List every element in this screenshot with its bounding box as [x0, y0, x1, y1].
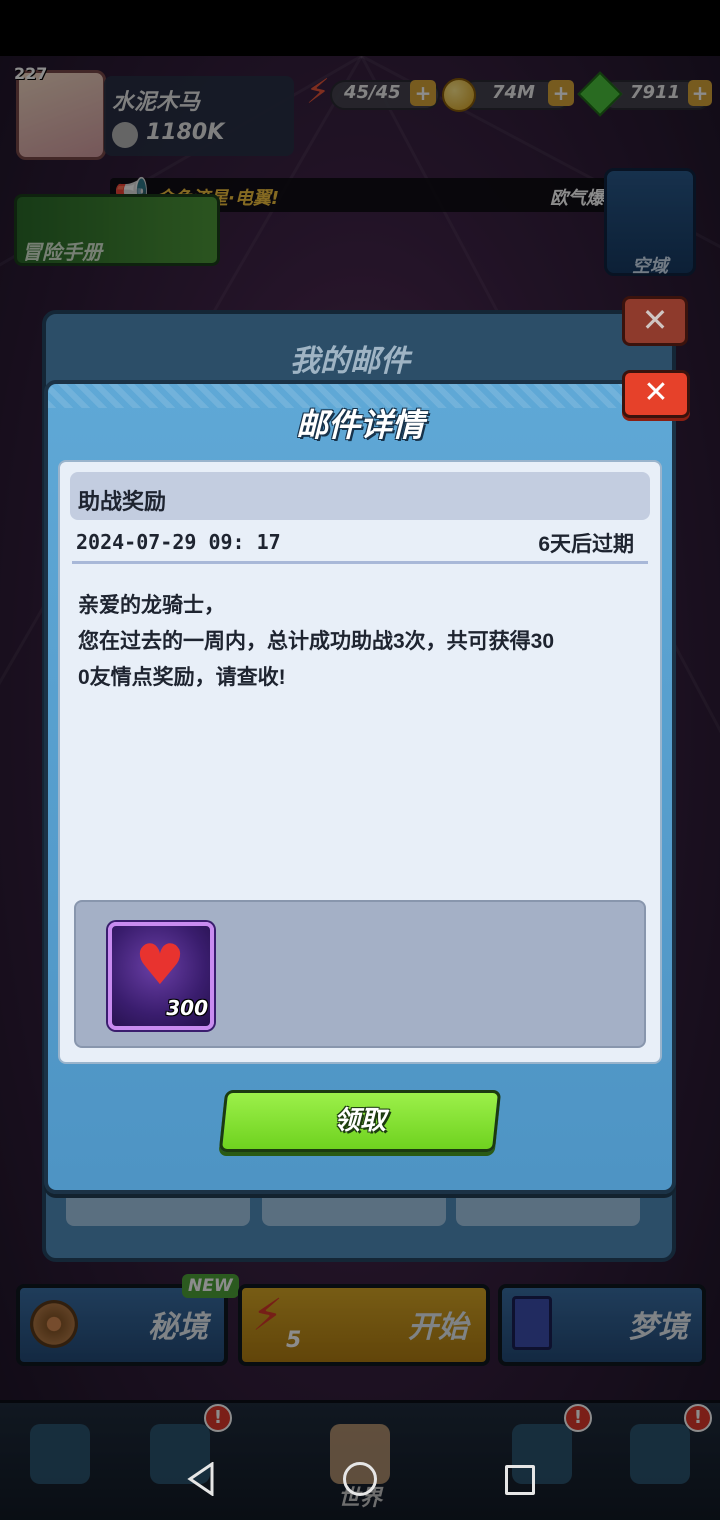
mail-expiry: 6天后过期: [538, 533, 634, 556]
mail-body-line: 亲爱的龙骑士，: [78, 594, 225, 617]
claim-button-label: 领取: [333, 1106, 386, 1136]
reward-quantity: 300: [166, 996, 208, 1020]
mail-tab[interactable]: [262, 1192, 446, 1226]
mail-window-close-button[interactable]: ✕: [622, 296, 688, 346]
system-back-icon[interactable]: [186, 1462, 216, 1496]
divider: [72, 561, 648, 564]
mail-window-title: 我的邮件: [290, 344, 410, 379]
mail-body-line: 您在过去的一周内，总计成功助战3次，共可获得30: [78, 630, 555, 653]
system-recents-icon[interactable]: [505, 1465, 535, 1495]
mail-body-line: 0友情点奖励，请查收!: [78, 666, 286, 689]
heart-icon: ♥: [134, 933, 186, 998]
mail-tab[interactable]: [66, 1192, 250, 1226]
mail-tab[interactable]: [456, 1192, 640, 1226]
dialog-title: 邮件详情: [295, 406, 424, 444]
mail-body: 亲爱的龙骑士， 您在过去的一周内，总计成功助战3次，共可获得30 0友情点奖励，…: [78, 588, 638, 696]
system-home-icon[interactable]: [343, 1462, 377, 1496]
close-button[interactable]: ✕: [622, 370, 690, 418]
mail-subject: 助战奖励: [78, 489, 167, 514]
mail-date: 2024-07-29 09: 17: [76, 530, 281, 554]
